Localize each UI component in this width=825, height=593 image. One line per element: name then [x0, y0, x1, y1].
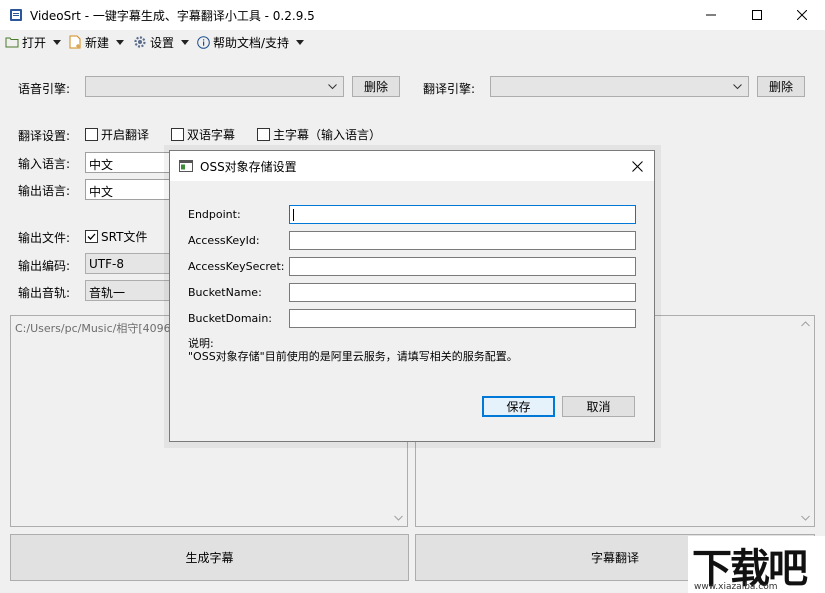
output-encoding-value: UTF-8	[89, 257, 124, 271]
translate-settings-label: 翻译设置:	[18, 129, 71, 143]
output-track-label: 输出音轨:	[18, 286, 71, 300]
title-bar: VideoSrt - 一键字幕生成、字幕翻译小工具 - 0.2.9.5	[0, 0, 825, 30]
scroll-up-icon[interactable]	[797, 316, 814, 333]
speech-engine-delete-button[interactable]: 删除	[352, 76, 400, 97]
app-icon	[10, 9, 22, 21]
translate-engine-delete-button[interactable]: 删除	[757, 76, 805, 97]
chevron-down-icon	[116, 39, 125, 45]
output-lang-label: 输出语言:	[18, 184, 71, 198]
text-cursor	[293, 209, 294, 221]
watermark-site: www.xiazaiba.com	[694, 582, 778, 592]
close-icon	[631, 160, 643, 172]
checkbox-box	[257, 128, 270, 141]
menu-settings-label: 设置	[150, 35, 175, 50]
maximize-button[interactable]	[734, 0, 780, 30]
access-key-secret-label: AccessKeySecret:	[188, 260, 285, 273]
menu-new-label: 新建	[85, 35, 110, 50]
menu-help[interactable]: 帮助文档/支持	[197, 33, 305, 51]
chevron-down-icon	[328, 84, 337, 90]
save-button[interactable]: 保存	[482, 396, 555, 417]
dialog-close-button[interactable]	[620, 151, 654, 181]
minimize-icon	[706, 14, 716, 16]
access-key-id-label: AccessKeyId:	[188, 234, 260, 247]
note-text: "OSS对象存储"目前使用的是阿里云服务，请填写相关的服务配置。	[188, 350, 518, 363]
input-lang-select[interactable]: 中文	[85, 152, 175, 173]
generate-subtitle-button[interactable]: 生成字幕	[10, 534, 409, 581]
scrollbar[interactable]	[797, 316, 814, 526]
endpoint-input[interactable]	[289, 205, 636, 224]
main-subtitle-label: 主字幕（输入语言）	[273, 128, 382, 142]
enable-translate-checkbox[interactable]: 开启翻译	[85, 126, 149, 143]
main-subtitle-checkbox[interactable]: 主字幕（输入语言）	[257, 126, 381, 143]
folder-icon	[5, 37, 19, 48]
window-title: VideoSrt - 一键字幕生成、字幕翻译小工具 - 0.2.9.5	[30, 9, 315, 23]
cancel-button[interactable]: 取消	[562, 396, 635, 417]
minimize-button[interactable]	[688, 0, 734, 30]
bilingual-subtitle-checkbox[interactable]: 双语字幕	[171, 126, 235, 143]
output-track-select[interactable]: 音轨一	[85, 280, 175, 301]
access-key-id-input[interactable]	[289, 231, 636, 250]
srt-file-checkbox[interactable]: SRT文件	[85, 228, 147, 245]
checkbox-box	[85, 128, 98, 141]
bucket-domain-label: BucketDomain:	[188, 312, 273, 325]
translate-engine-label: 翻译引擎:	[423, 82, 476, 96]
srt-file-label: SRT文件	[101, 230, 148, 244]
menu-new[interactable]: 新建	[68, 33, 125, 51]
info-icon	[197, 35, 210, 49]
bucket-name-input[interactable]	[289, 283, 636, 302]
input-lang-value: 中文	[89, 158, 114, 172]
output-encoding-label: 输出编码:	[18, 259, 71, 273]
menu-help-label: 帮助文档/支持	[213, 35, 290, 50]
menu-open-label: 打开	[22, 35, 47, 50]
speech-engine-label: 语音引擎:	[18, 82, 71, 96]
bilingual-subtitle-label: 双语字幕	[187, 128, 236, 142]
dialog-title-bar: OSS对象存储设置	[170, 151, 654, 181]
enable-translate-label: 开启翻译	[101, 128, 150, 142]
scroll-down-icon[interactable]	[797, 509, 814, 526]
output-track-value: 音轨一	[89, 286, 126, 300]
chevron-down-icon	[296, 39, 305, 45]
input-lang-label: 输入语言:	[18, 157, 71, 171]
checkbox-box	[85, 230, 98, 243]
bucket-domain-input[interactable]	[289, 309, 636, 328]
close-button[interactable]	[779, 0, 825, 30]
menu-open[interactable]: 打开	[5, 33, 62, 51]
check-icon	[87, 233, 96, 240]
menu-settings[interactable]: 设置	[133, 33, 190, 51]
chevron-down-icon	[53, 39, 62, 45]
output-encoding-select[interactable]: UTF-8	[85, 253, 175, 274]
window-icon	[179, 160, 193, 172]
dialog-title: OSS对象存储设置	[200, 160, 297, 174]
translate-engine-select[interactable]	[490, 76, 749, 97]
output-file-label: 输出文件:	[18, 231, 71, 245]
close-icon	[797, 10, 807, 20]
endpoint-label: Endpoint:	[188, 208, 241, 221]
access-key-secret-input[interactable]	[289, 257, 636, 276]
new-file-icon	[69, 35, 81, 49]
menu-bar: 打开 新建 设置 帮助文档/支持	[0, 30, 825, 54]
scroll-down-icon[interactable]	[390, 509, 407, 526]
checkbox-box	[171, 128, 184, 141]
chevron-down-icon	[181, 39, 190, 45]
bucket-name-label: BucketName:	[188, 286, 262, 299]
output-lang-value: 中文	[89, 185, 114, 199]
speech-engine-select[interactable]	[85, 76, 344, 97]
gear-icon	[134, 36, 146, 48]
oss-settings-dialog: OSS对象存储设置 Endpoint: AccessKeyId: AccessK…	[169, 150, 655, 442]
watermark-logo: 下载吧 www.xiazaiba.com	[688, 536, 825, 593]
chevron-down-icon	[733, 84, 742, 90]
maximize-icon	[752, 10, 762, 20]
output-lang-select[interactable]: 中文	[85, 179, 175, 200]
